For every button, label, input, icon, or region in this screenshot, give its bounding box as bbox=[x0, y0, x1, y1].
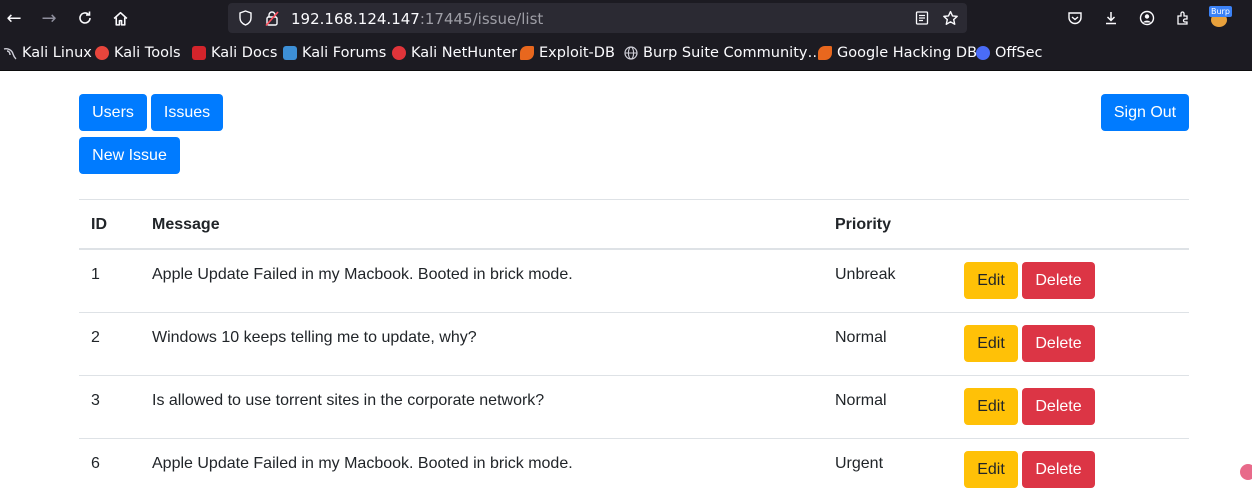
cell-message: Apple Update Failed in my Macbook. Boote… bbox=[152, 455, 573, 472]
header-id: ID bbox=[91, 216, 107, 233]
bookmark-exploit-db[interactable]: Exploit-DB bbox=[520, 43, 615, 63]
insecure-lock-icon[interactable] bbox=[263, 9, 281, 27]
downloads-icon[interactable] bbox=[1097, 4, 1125, 32]
nethunter-icon bbox=[392, 46, 406, 60]
url-text[interactable]: 192.168.124.147:17445/issue/list bbox=[291, 10, 543, 28]
bookmark-label: Kali NetHunter bbox=[411, 45, 518, 61]
bookmark-kali-nethunter[interactable]: Kali NetHunter bbox=[392, 43, 517, 63]
account-icon[interactable] bbox=[1133, 4, 1161, 32]
reader-view-icon[interactable] bbox=[913, 9, 931, 27]
burp-badge: Burp bbox=[1209, 6, 1232, 17]
url-path: :17445/issue/list bbox=[419, 10, 544, 28]
bookmark-label: OffSec bbox=[995, 45, 1043, 61]
cell-message: Apple Update Failed in my Macbook. Boote… bbox=[152, 266, 573, 283]
cell-priority: Normal bbox=[835, 392, 887, 409]
cell-priority: Unbreak bbox=[835, 266, 896, 283]
bookmark-kali-forums[interactable]: Kali Forums bbox=[283, 43, 386, 63]
bookmark-label: Kali Docs bbox=[211, 45, 278, 61]
url-host: 192.168.124.147 bbox=[291, 10, 420, 28]
delete-button[interactable]: Delete bbox=[1022, 262, 1095, 299]
cell-priority: Normal bbox=[835, 329, 887, 346]
edit-button[interactable]: Edit bbox=[964, 388, 1018, 425]
bookmarks-toolbar: Kali Linux Kali Tools Kali Docs Kali For… bbox=[0, 37, 1252, 71]
edit-button[interactable]: Edit bbox=[964, 325, 1018, 362]
cell-id: 2 bbox=[91, 329, 100, 346]
header-message: Message bbox=[152, 216, 220, 233]
sign-out-button[interactable]: Sign Out bbox=[1101, 94, 1189, 131]
table-top-border bbox=[79, 199, 1189, 200]
bookmark-label: Exploit-DB bbox=[539, 45, 615, 61]
delete-button[interactable]: Delete bbox=[1022, 325, 1095, 362]
delete-button[interactable]: Delete bbox=[1022, 451, 1095, 488]
new-issue-button[interactable]: New Issue bbox=[79, 137, 180, 174]
row-divider bbox=[79, 438, 1189, 439]
ghdb-icon bbox=[818, 46, 832, 60]
bookmark-label: Google Hacking DB bbox=[837, 45, 978, 61]
address-bar[interactable]: 192.168.124.147:17445/issue/list bbox=[228, 3, 967, 33]
page-content: Users Issues Sign Out New Issue ID Messa… bbox=[0, 71, 1252, 488]
offsec-icon bbox=[976, 46, 990, 60]
bookmark-kali-tools[interactable]: Kali Tools bbox=[95, 43, 181, 63]
pocket-icon[interactable] bbox=[1061, 4, 1089, 32]
bookmark-star-icon[interactable] bbox=[941, 9, 959, 27]
bookmark-label: Kali Linux bbox=[22, 45, 92, 61]
kali-docs-icon bbox=[192, 46, 206, 60]
browser-toolbar: ← → 192.168.124.147:17445/issue/list Bur… bbox=[0, 0, 1252, 37]
header-divider bbox=[79, 248, 1189, 250]
cell-priority: Urgent bbox=[835, 455, 884, 472]
kali-tools-icon bbox=[95, 46, 109, 60]
back-icon[interactable]: ← bbox=[0, 4, 28, 32]
header-priority: Priority bbox=[835, 216, 892, 233]
users-button[interactable]: Users bbox=[79, 94, 147, 131]
bookmark-label: Burp Suite Community… bbox=[643, 45, 822, 61]
issues-button[interactable]: Issues bbox=[151, 94, 223, 131]
extensions-icon[interactable] bbox=[1169, 4, 1197, 32]
row-divider bbox=[79, 312, 1189, 313]
edit-button[interactable]: Edit bbox=[964, 451, 1018, 488]
bookmark-kali-docs[interactable]: Kali Docs bbox=[192, 43, 277, 63]
exploit-db-icon bbox=[520, 46, 534, 60]
burp-extension-icon[interactable]: Burp bbox=[1205, 4, 1233, 32]
edit-button[interactable]: Edit bbox=[964, 262, 1018, 299]
kali-dragon-icon bbox=[3, 48, 17, 60]
shield-icon[interactable] bbox=[236, 9, 254, 27]
globe-icon bbox=[624, 46, 638, 60]
cell-message: Is allowed to use torrent sites in the c… bbox=[152, 392, 545, 409]
bookmark-google-hacking-db[interactable]: Google Hacking DB bbox=[818, 43, 977, 63]
cell-message: Windows 10 keeps telling me to update, w… bbox=[152, 329, 477, 346]
row-divider bbox=[79, 375, 1189, 376]
bookmark-kali-linux[interactable]: Kali Linux bbox=[3, 43, 92, 63]
delete-button[interactable]: Delete bbox=[1022, 388, 1095, 425]
cell-id: 3 bbox=[91, 392, 100, 409]
bookmark-offsec[interactable]: OffSec bbox=[976, 43, 1043, 63]
floating-assistant-icon[interactable] bbox=[1238, 462, 1252, 482]
forward-icon[interactable]: → bbox=[35, 4, 63, 32]
bookmark-label: Kali Forums bbox=[302, 45, 387, 61]
cell-id: 1 bbox=[91, 266, 100, 283]
cell-id: 6 bbox=[91, 455, 100, 472]
bookmark-burp-suite[interactable]: Burp Suite Community… bbox=[624, 43, 822, 63]
bookmark-label: Kali Tools bbox=[114, 45, 181, 61]
home-icon[interactable] bbox=[106, 4, 134, 32]
kali-forums-icon bbox=[283, 46, 297, 60]
reload-icon[interactable] bbox=[71, 4, 99, 32]
